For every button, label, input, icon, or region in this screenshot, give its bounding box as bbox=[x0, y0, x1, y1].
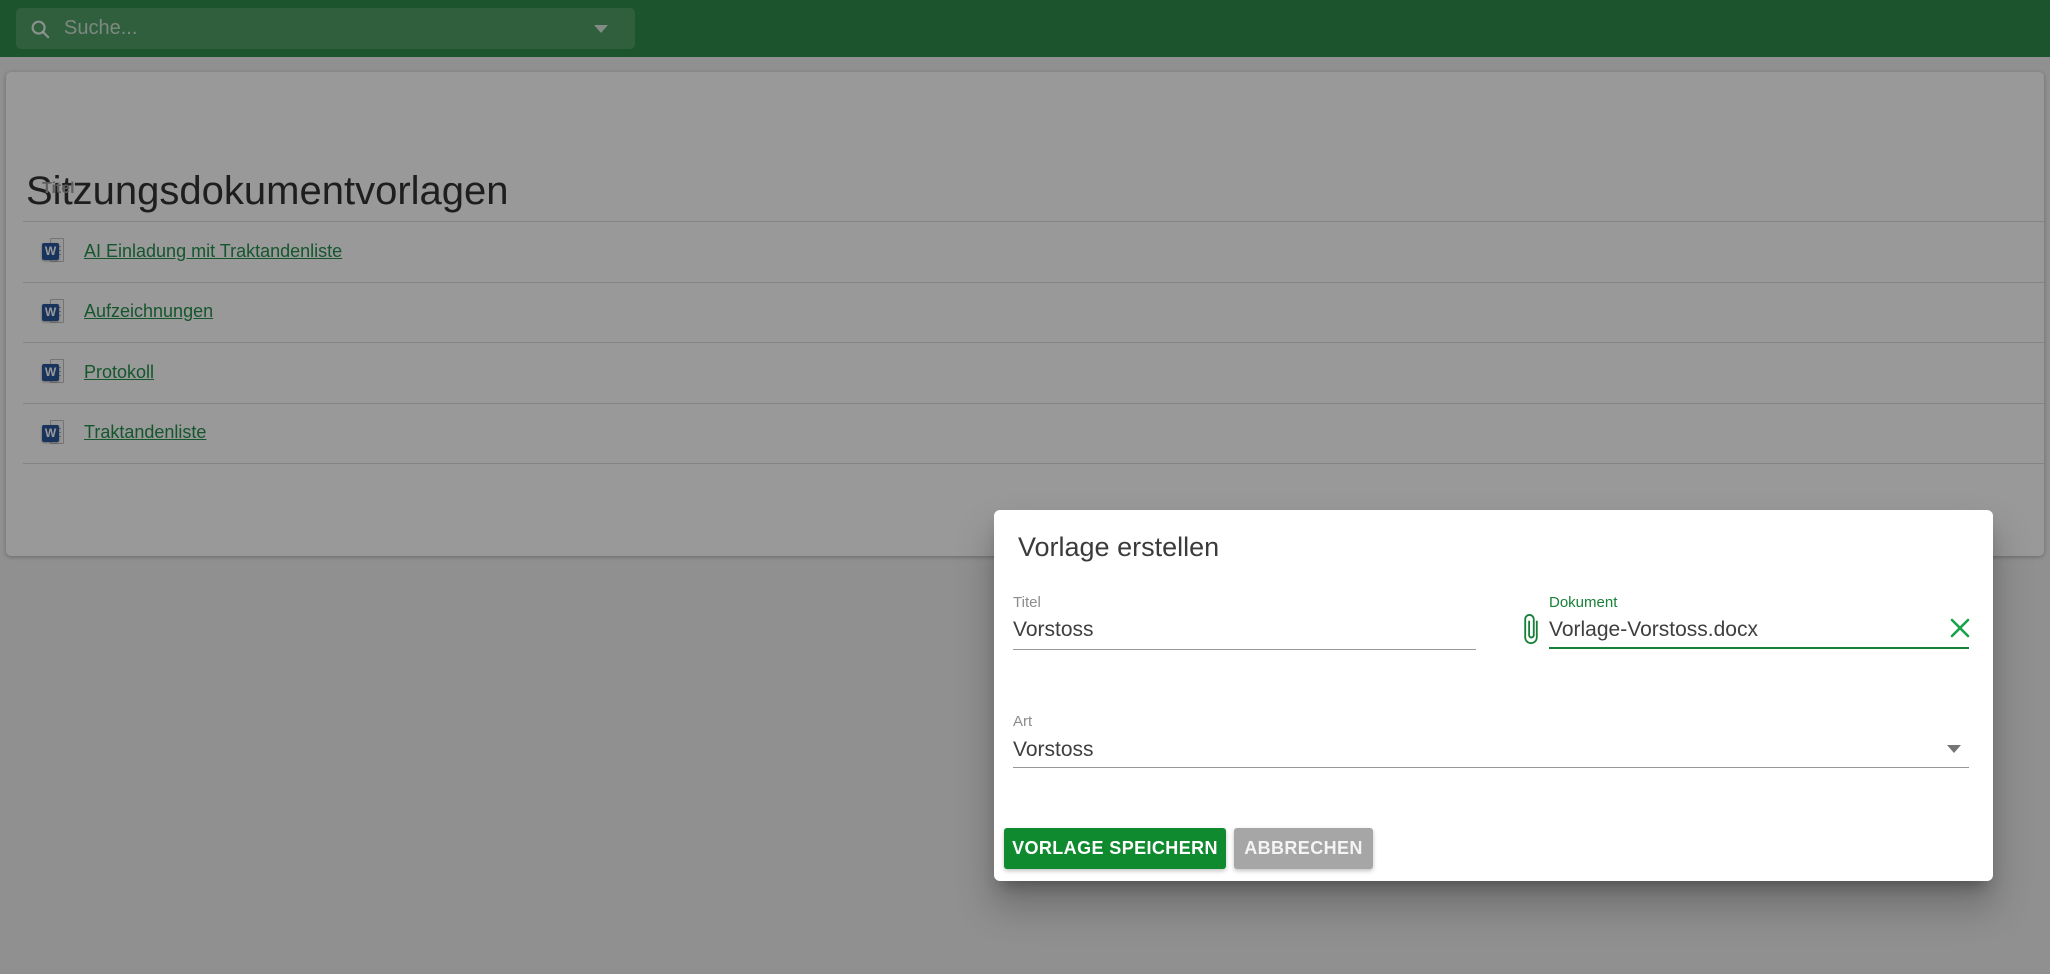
application-window: Sitzungsdokumentvorlagen Titel W AI Einl… bbox=[0, 0, 2050, 974]
titel-field-label: Titel bbox=[1013, 594, 1476, 611]
clear-file-icon[interactable] bbox=[1948, 616, 1972, 640]
titel-field: Titel bbox=[1013, 594, 1476, 650]
titel-input[interactable] bbox=[1013, 618, 1476, 642]
dokument-input[interactable] bbox=[1549, 618, 1969, 642]
dialog-title: Vorlage erstellen bbox=[1018, 532, 1219, 563]
art-selected-value: Vorstoss bbox=[1013, 738, 1969, 762]
dokument-field-label: Dokument bbox=[1549, 594, 1969, 611]
dokument-field: Dokument bbox=[1549, 594, 1969, 649]
attachment-paperclip-icon[interactable] bbox=[1518, 611, 1544, 649]
art-select-field[interactable]: Art Vorstoss bbox=[1013, 713, 1969, 768]
cancel-button[interactable]: ABBRECHEN bbox=[1234, 828, 1373, 869]
create-template-dialog: Vorlage erstellen Titel Dokument Art Vor… bbox=[994, 510, 1993, 881]
save-template-button[interactable]: VORLAGE SPEICHERN bbox=[1004, 828, 1226, 869]
art-field-label: Art bbox=[1013, 713, 1969, 730]
art-dropdown-caret-icon[interactable] bbox=[1947, 745, 1961, 753]
